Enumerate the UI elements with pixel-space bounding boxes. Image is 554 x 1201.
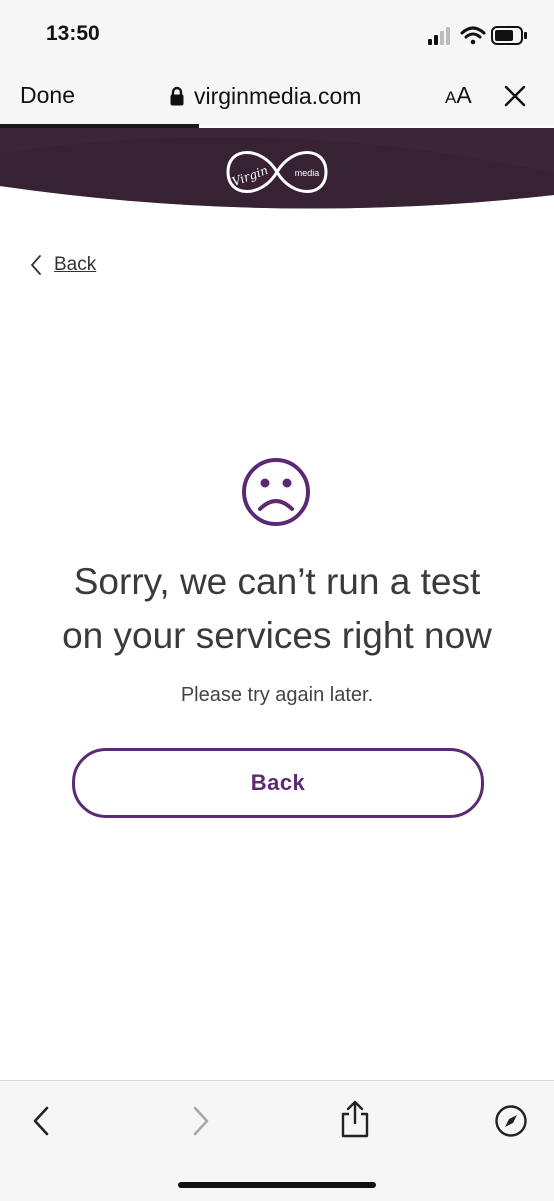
- back-button[interactable]: Back: [72, 748, 484, 818]
- chevron-left-icon: [31, 255, 41, 275]
- battery-icon: [491, 26, 527, 45]
- close-icon[interactable]: [503, 84, 527, 108]
- status-bar: 13:50: [0, 0, 554, 70]
- chevron-right-icon[interactable]: [190, 1105, 212, 1137]
- sad-face-icon: [242, 458, 310, 526]
- back-link[interactable]: Back: [30, 254, 96, 276]
- compass-icon[interactable]: [494, 1104, 528, 1138]
- chevron-left-icon[interactable]: [30, 1105, 52, 1137]
- back-link-label: Back: [54, 254, 97, 275]
- browser-bar: Done virginmedia.com AA: [0, 70, 554, 126]
- text-size-button[interactable]: AA: [445, 82, 472, 109]
- error-headline-line-2: on your services right now: [62, 615, 492, 656]
- url-text: virginmedia.com: [194, 82, 362, 109]
- url-bar[interactable]: virginmedia.com: [170, 81, 361, 111]
- error-headline-line-1: Sorry, we can’t run a test: [73, 561, 481, 602]
- error-headline: Sorry, we can’t run a test on your servi…: [0, 555, 554, 663]
- text-size-small-a: A: [445, 88, 457, 107]
- home-indicator: [178, 1182, 376, 1188]
- done-button[interactable]: Done: [20, 82, 75, 109]
- signal-icon: [428, 27, 450, 45]
- error-subtext: Please try again later.: [180, 684, 374, 706]
- share-icon[interactable]: [339, 1099, 371, 1139]
- brand-header: Virgin media: [0, 128, 554, 209]
- lock-icon: [170, 86, 184, 106]
- text-size-large-a: A: [456, 82, 472, 108]
- status-time: 13:50: [46, 22, 100, 45]
- logo-media-text: media: [295, 168, 320, 178]
- status-icons: [428, 26, 527, 45]
- wifi-icon: [460, 26, 486, 45]
